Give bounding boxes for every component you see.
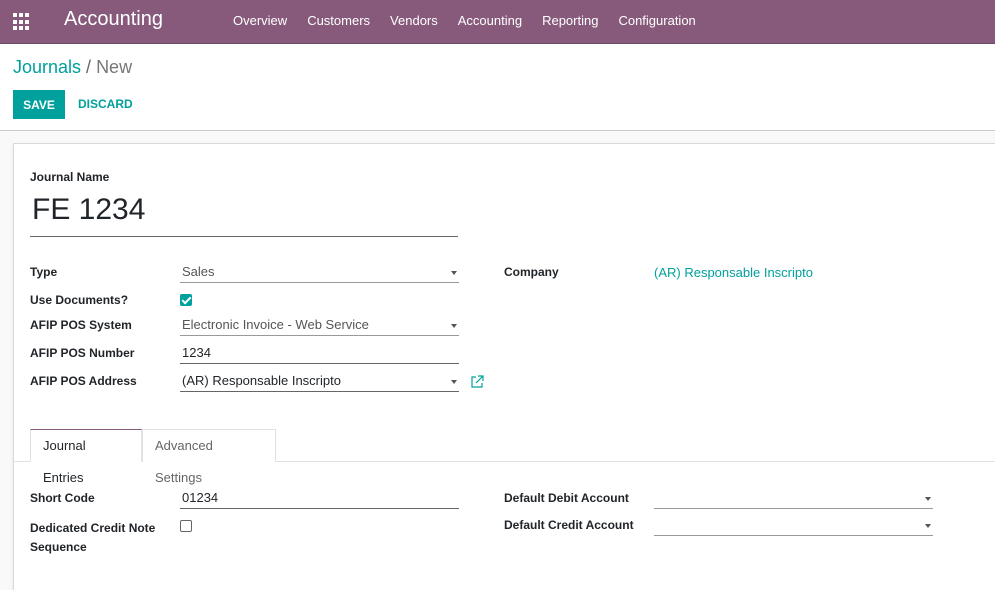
breadcrumb-current: New bbox=[96, 57, 133, 77]
menu-overview[interactable]: Overview bbox=[223, 0, 297, 44]
dedicated-credit-note-label-line2: Sequence bbox=[30, 540, 87, 554]
default-credit-select[interactable] bbox=[654, 516, 933, 536]
app-title: Accounting bbox=[64, 8, 163, 30]
breadcrumb-journals-link[interactable]: Journals bbox=[13, 57, 81, 77]
company-link[interactable]: (AR) Responsable Inscripto bbox=[654, 265, 813, 280]
menu-vendors[interactable]: Vendors bbox=[380, 0, 448, 44]
external-link-icon[interactable] bbox=[470, 375, 484, 389]
pos-system-label: AFIP POS System bbox=[30, 318, 132, 332]
type-select[interactable]: Sales bbox=[180, 263, 459, 283]
pos-address-label: AFIP POS Address bbox=[30, 374, 137, 388]
chevron-down-icon bbox=[451, 271, 457, 275]
save-button[interactable]: SAVE bbox=[13, 90, 65, 119]
dedicated-credit-note-label: Dedicated Credit Note Sequence bbox=[30, 519, 155, 557]
menu-configuration[interactable]: Configuration bbox=[608, 0, 705, 44]
tab-advanced-settings[interactable]: Advanced Settings bbox=[142, 429, 276, 485]
journal-name-input[interactable]: FE 1234 bbox=[30, 189, 458, 237]
use-documents-label: Use Documents? bbox=[30, 293, 129, 307]
type-label: Type bbox=[30, 265, 58, 279]
menu-reporting[interactable]: Reporting bbox=[532, 0, 608, 44]
dedicated-credit-note-checkbox[interactable] bbox=[180, 520, 192, 532]
chevron-down-icon bbox=[451, 324, 457, 328]
main-menu: Overview Customers Vendors Accounting Re… bbox=[223, 0, 706, 44]
pos-number-label: AFIP POS Number bbox=[30, 346, 135, 360]
discard-button[interactable]: DISCARD bbox=[75, 90, 136, 119]
breadcrumb: Journals / New bbox=[13, 57, 132, 78]
menu-customers[interactable]: Customers bbox=[297, 0, 380, 44]
default-debit-select[interactable] bbox=[654, 489, 933, 509]
apps-grid-icon[interactable] bbox=[13, 13, 31, 31]
default-debit-label: Default Debit Account bbox=[504, 491, 629, 505]
pos-system-select[interactable]: Electronic Invoice - Web Service bbox=[180, 316, 459, 336]
company-label: Company bbox=[504, 265, 559, 279]
tab-journal-entries[interactable]: Journal Entries bbox=[30, 429, 142, 485]
use-documents-checkbox[interactable] bbox=[180, 294, 192, 306]
type-select-value: Sales bbox=[182, 264, 215, 279]
form-sheet: Journal Name FE 1234 Type Sales Use Docu… bbox=[13, 143, 995, 590]
default-credit-label: Default Credit Account bbox=[504, 518, 634, 532]
menu-accounting[interactable]: Accounting bbox=[448, 0, 532, 44]
top-navbar: Accounting Overview Customers Vendors Ac… bbox=[0, 0, 995, 44]
journal-name-label: Journal Name bbox=[30, 170, 110, 184]
pos-number-input[interactable]: 1234 bbox=[180, 344, 459, 364]
pos-address-select[interactable]: (AR) Responsable Inscripto bbox=[180, 372, 459, 392]
chevron-down-icon bbox=[925, 497, 931, 501]
pos-address-value: (AR) Responsable Inscripto bbox=[182, 373, 341, 388]
control-panel: Journals / New SAVE DISCARD bbox=[0, 44, 995, 131]
short-code-input[interactable]: 01234 bbox=[180, 489, 459, 509]
dedicated-credit-note-label-line1: Dedicated Credit Note bbox=[30, 521, 156, 535]
chevron-down-icon bbox=[925, 524, 931, 528]
pos-system-value: Electronic Invoice - Web Service bbox=[182, 317, 369, 332]
breadcrumb-separator: / bbox=[86, 57, 92, 77]
chevron-down-icon bbox=[451, 380, 457, 384]
